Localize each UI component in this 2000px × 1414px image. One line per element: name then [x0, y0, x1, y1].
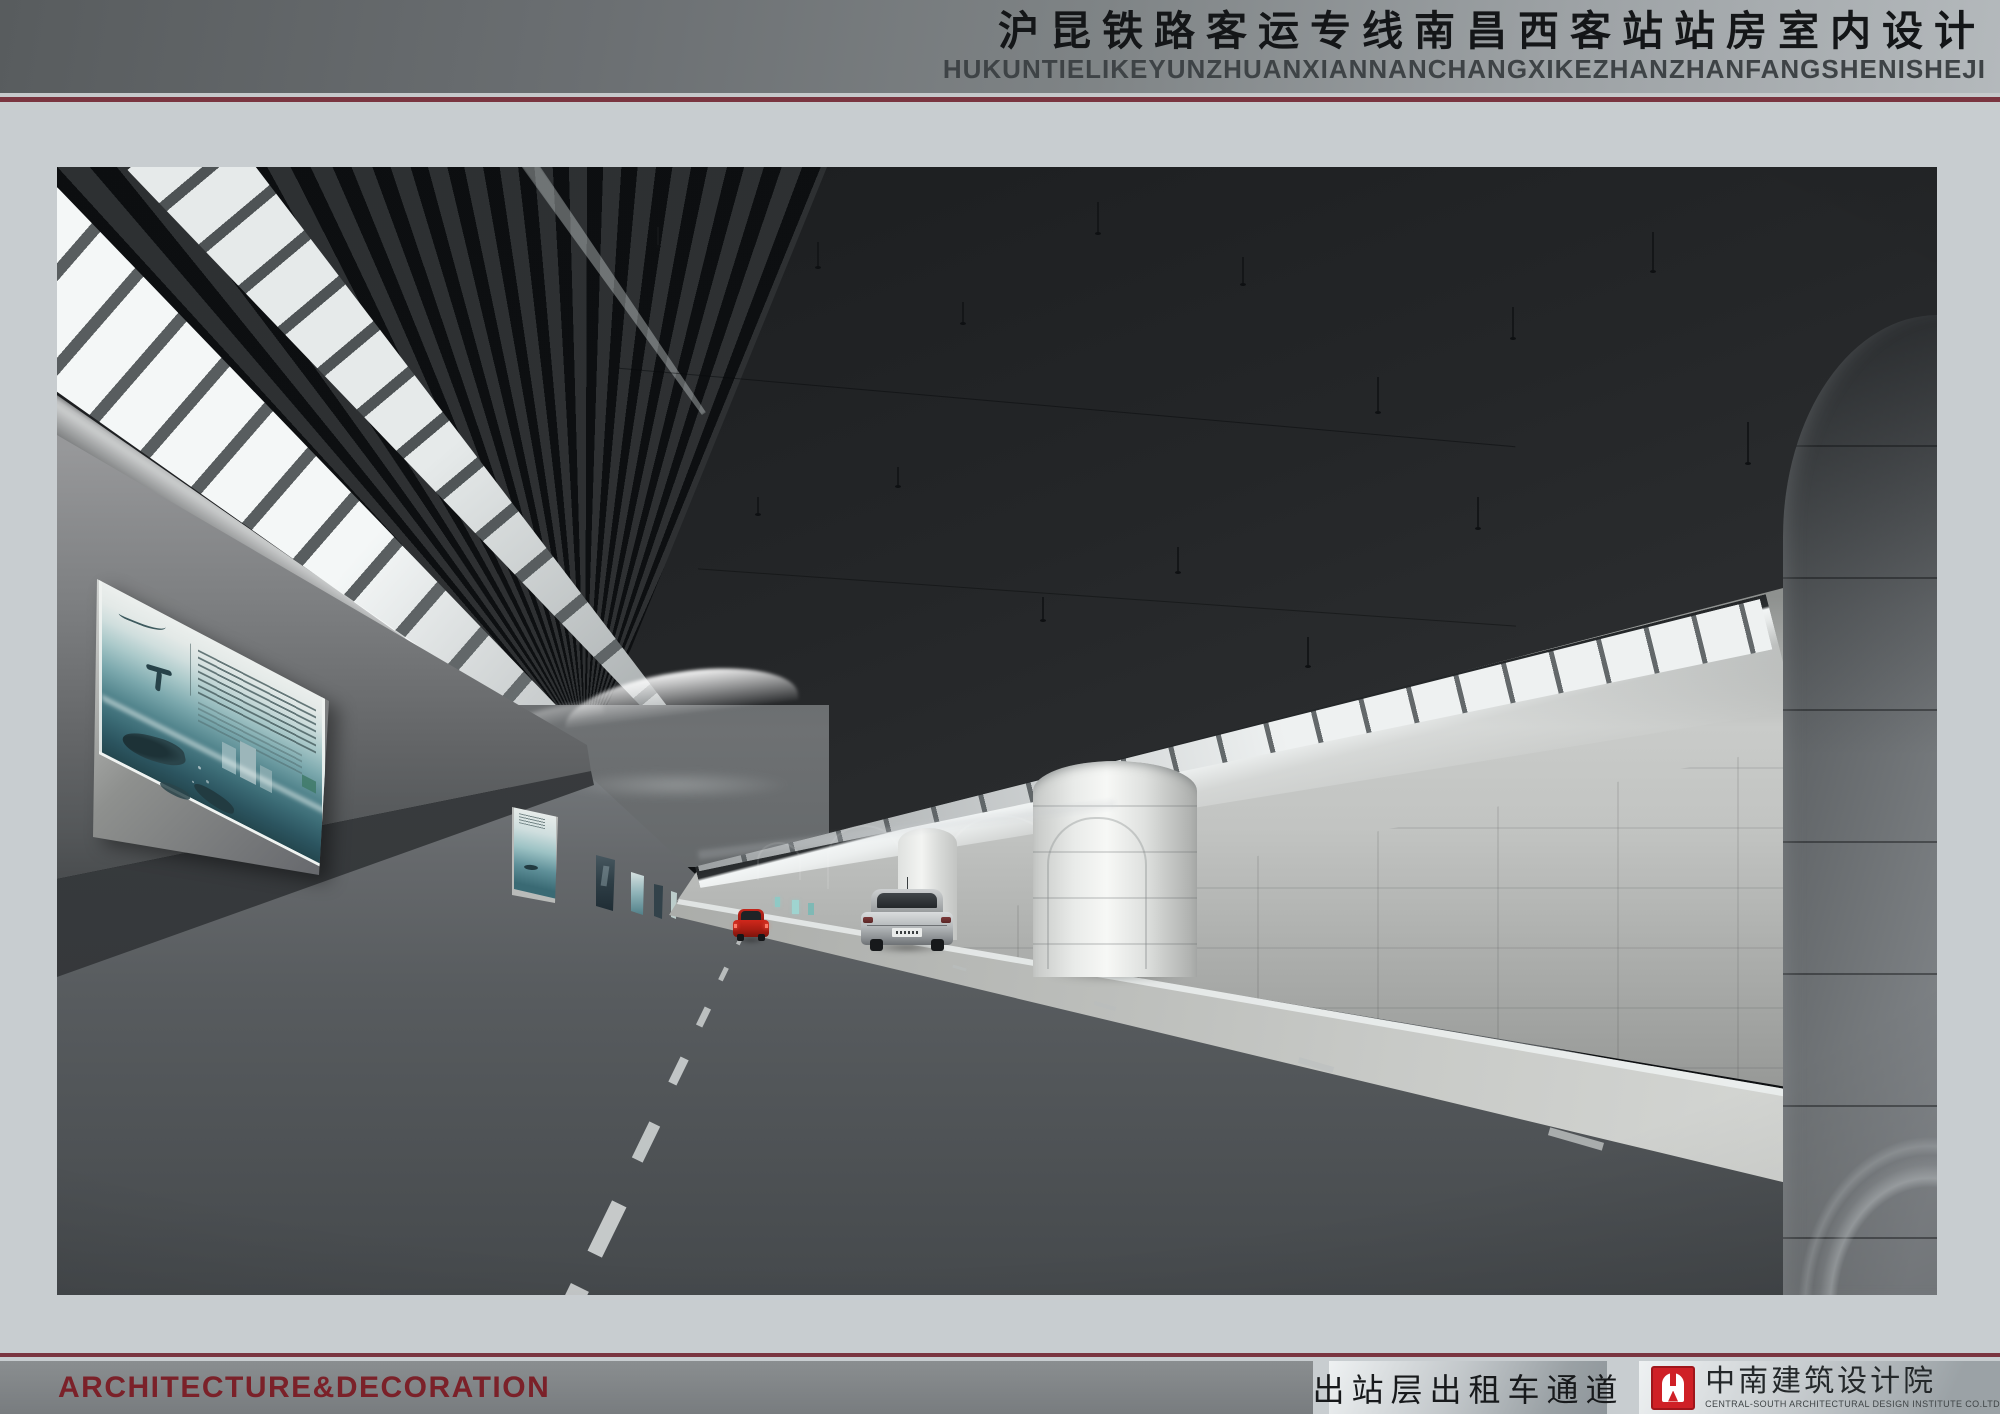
page-title: 沪昆铁路客运专线南昌西客站站房室内设计	[998, 11, 1986, 53]
logo-slot	[1670, 1373, 1676, 1386]
institute-name-cn: 中南建筑设计院	[1705, 1366, 2000, 1398]
institute-name-block: 中南建筑设计院 CENTRAL-SOUTH ARCHITECTURAL DESI…	[1705, 1366, 2000, 1409]
header-divider-maroon	[0, 97, 2000, 102]
footer: ARCHITECTURE&DECORATION 出站层出租车通道 中南建筑设计院…	[0, 1361, 2000, 1414]
brand-wordmark: ARCHITECTURE&DECORATION	[58, 1371, 550, 1405]
footer-panel-gap	[1607, 1361, 1639, 1414]
footer-panel-institute: 中南建筑设计院 CENTRAL-SOUTH ARCHITECTURAL DESI…	[1639, 1361, 2000, 1414]
footer-divider-maroon	[0, 1353, 2000, 1357]
render-viewport	[57, 167, 1937, 1295]
page-subtitle-pinyin: HUKUNTIELIKEYUNZHUANXIANNANCHANGXIKEZHAN…	[943, 56, 1986, 82]
header: 沪昆铁路客运专线南昌西客站站房室内设计 HUKUNTIELIKEYUNZHUAN…	[0, 0, 2000, 93]
presentation-board: 沪昆铁路客运专线南昌西客站站房室内设计 HUKUNTIELIKEYUNZHUAN…	[0, 0, 2000, 1414]
institute-logo-icon	[1651, 1366, 1695, 1410]
institute-name-en: CENTRAL-SOUTH ARCHITECTURAL DESIGN INSTI…	[1705, 1399, 2000, 1409]
drawing-caption: 出站层出租车通道	[1312, 1365, 1624, 1411]
footer-panel-caption: 出站层出租车通道	[1329, 1361, 1607, 1414]
footer-panel-brand: ARCHITECTURE&DECORATION	[0, 1361, 1313, 1414]
vignette	[57, 167, 1937, 1295]
